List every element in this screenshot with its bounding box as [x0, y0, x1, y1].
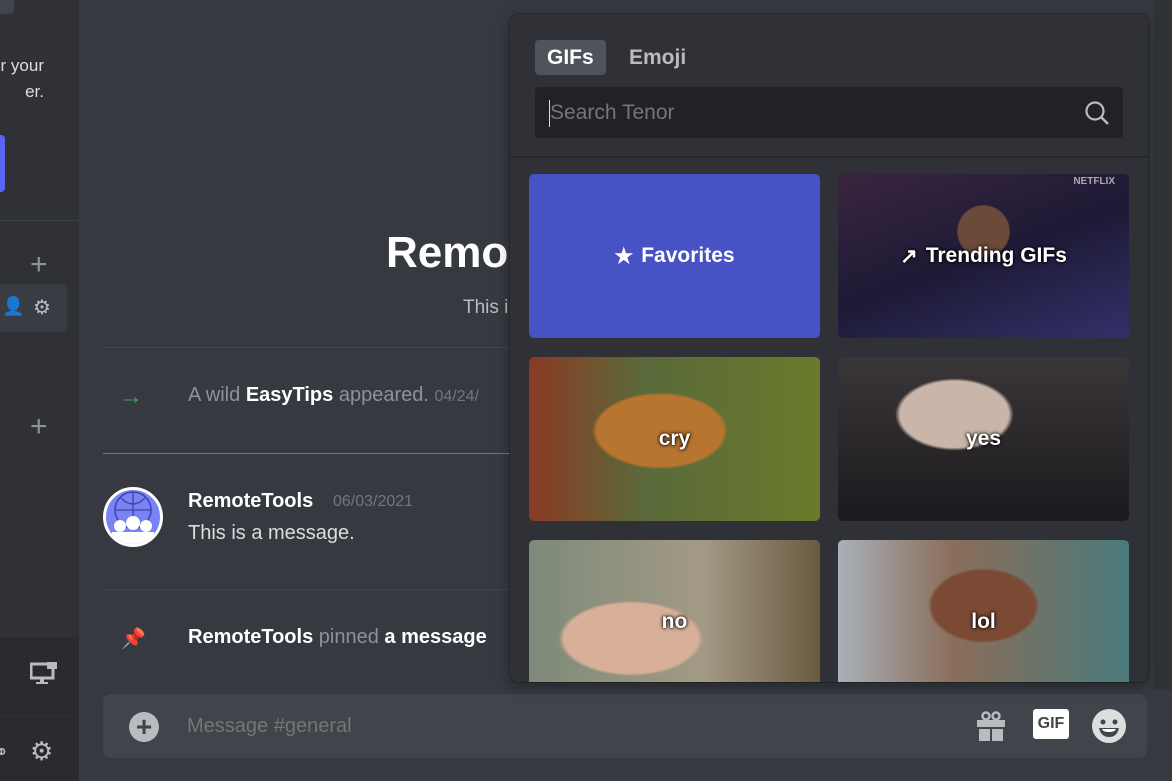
join-suffix: appeared.	[338, 384, 429, 406]
headphones-icon[interactable]: ⚭	[0, 740, 9, 765]
username[interactable]: EasyTips	[246, 384, 333, 406]
join-prefix: A wild	[188, 384, 241, 406]
gif-category-cry[interactable]: cry	[529, 357, 820, 521]
divider	[103, 347, 523, 348]
user-panel: ⚭ ⚙	[0, 716, 79, 781]
pin-icon: 📌	[121, 628, 146, 650]
scrollbar-track[interactable]	[1154, 0, 1172, 690]
pin-action: pinned	[318, 626, 379, 648]
sidebar-text-line: er.	[25, 82, 44, 101]
tile-label: cry	[658, 427, 691, 450]
sidebar-text: r your er.	[0, 53, 44, 105]
pin-message: RemoteTools pinned a message	[188, 626, 487, 649]
gif-button[interactable]: GIF	[1033, 709, 1069, 739]
tile-label: Trending GIFs	[925, 244, 1067, 267]
join-message: A wild EasyTips appeared. 04/24/	[188, 384, 479, 407]
message-composer: + GIF	[103, 694, 1147, 758]
timestamp: 04/24/	[434, 388, 479, 405]
screen-share-icon[interactable]	[30, 661, 58, 685]
welcome-subtitle: This i	[463, 297, 509, 318]
gif-search-input[interactable]	[550, 95, 1070, 131]
message-input[interactable]	[187, 710, 947, 742]
sidebar-text-line: r your	[0, 56, 44, 75]
netflix-watermark: NETFLIX	[1073, 176, 1115, 187]
user-settings-gear-icon[interactable]: ⚙	[30, 736, 53, 767]
channel-item-selected[interactable]: 👤 ⚙	[0, 284, 67, 332]
timestamp: 06/03/2021	[333, 493, 414, 510]
divider	[103, 589, 523, 590]
gif-category-no[interactable]: no	[529, 540, 820, 682]
tile-label: yes	[965, 427, 1002, 450]
divider	[0, 220, 79, 221]
avatar[interactable]	[103, 487, 163, 547]
new-messages-divider	[103, 453, 523, 454]
join-arrow-icon: →	[119, 383, 143, 410]
tile-label: Favorites	[641, 244, 735, 267]
invite-member-icon[interactable]: 👤	[2, 296, 24, 317]
username[interactable]: RemoteTools	[188, 490, 313, 513]
gif-category-lol[interactable]: lol	[838, 540, 1129, 682]
gif-picker: GIFs Emoji ★ Favorites NETFLIX ↗ Trending G…	[510, 14, 1148, 682]
tab-gifs[interactable]: GIFs	[535, 40, 606, 75]
message-text: This is a message.	[188, 522, 355, 544]
upload-plus-icon[interactable]: +	[129, 712, 159, 742]
tile-label: lol	[971, 610, 996, 633]
tab-emoji[interactable]: Emoji	[617, 40, 698, 75]
channel-sidebar: r your er. + 👤 ⚙ + ⚭ ⚙	[0, 0, 79, 781]
star-icon: ★	[614, 244, 634, 268]
emoji-icon[interactable]	[1091, 708, 1127, 744]
gif-category-trending[interactable]: NETFLIX ↗ Trending GIFs	[838, 174, 1129, 338]
gift-icon[interactable]	[975, 710, 1007, 742]
gif-category-favorites[interactable]: ★ Favorites	[529, 174, 820, 338]
globe-people-icon	[112, 491, 154, 544]
voice-panel	[0, 637, 79, 715]
add-channel-icon[interactable]: +	[30, 250, 48, 280]
add-channel-icon[interactable]: +	[30, 412, 48, 442]
divider	[510, 156, 1148, 158]
pinned-message-link[interactable]: a message	[384, 626, 486, 648]
username[interactable]: RemoteTools	[188, 626, 313, 648]
tile-label: no	[661, 610, 688, 633]
trending-icon: ↗	[900, 244, 918, 268]
gif-category-yes[interactable]: yes	[838, 357, 1129, 521]
welcome-title-line: Remo	[386, 228, 509, 277]
invite-button[interactable]	[0, 135, 5, 192]
gear-icon[interactable]: ⚙	[33, 295, 51, 320]
sidebar-header-fragment	[0, 0, 14, 14]
search-icon[interactable]	[1084, 100, 1110, 126]
gif-search	[535, 87, 1123, 138]
